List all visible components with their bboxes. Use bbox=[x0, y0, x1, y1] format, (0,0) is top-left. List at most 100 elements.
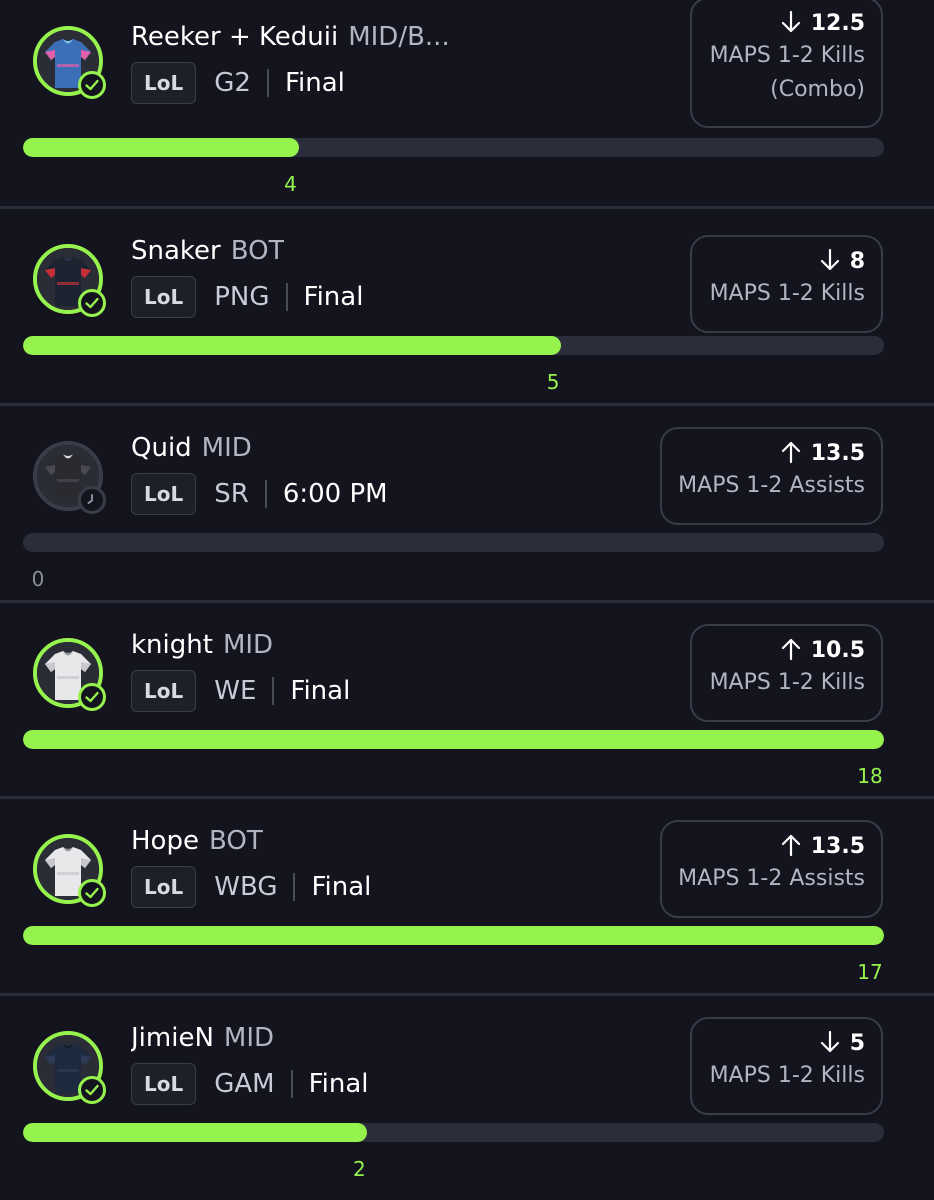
player-name-row: JimieN MID bbox=[131, 1022, 274, 1054]
card-separator bbox=[0, 206, 934, 209]
divider bbox=[285, 283, 288, 311]
clock-icon bbox=[78, 486, 106, 514]
team-name: WE bbox=[214, 676, 257, 706]
team-name: G2 bbox=[214, 68, 251, 98]
projection-line: 13.5 bbox=[678, 832, 865, 862]
projection-line: 5 bbox=[708, 1029, 865, 1059]
match-status: Final bbox=[290, 676, 351, 706]
player-name-row: Snaker BOT bbox=[131, 235, 284, 267]
progress-track bbox=[23, 730, 884, 749]
projection-line: 8 bbox=[708, 247, 865, 277]
team-name: SR bbox=[214, 479, 249, 509]
match-status: 6:00 PM bbox=[282, 479, 388, 509]
player-position: MID bbox=[222, 630, 274, 660]
match-status: Final bbox=[308, 1069, 369, 1099]
progress-fill bbox=[23, 926, 884, 945]
match-info: LoL PNG Final bbox=[131, 276, 363, 318]
projection-box[interactable]: 12.5 MAPS 1-2 Kills (Combo) bbox=[690, 0, 883, 128]
league-badge: LoL bbox=[131, 1063, 197, 1105]
check-icon bbox=[78, 683, 106, 711]
player-position: MID/B... bbox=[348, 22, 450, 52]
actual-value: 5 bbox=[546, 370, 560, 394]
player-name: Hope bbox=[131, 826, 199, 856]
match-status: Final bbox=[303, 282, 364, 312]
player-position: BOT bbox=[230, 236, 285, 266]
progress-fill bbox=[23, 730, 884, 749]
pick-card[interactable]: JimieN MID LoL GAM Final 5 MAPS 1-2 Kills 2 bbox=[0, 997, 934, 1194]
pick-list: Reeker + Keduii MID/B... LoL G2 Final 12.5 MAP… bbox=[0, 0, 934, 1200]
line-value: 12.5 bbox=[810, 11, 865, 36]
stat-type: MAPS 1-2 Kills bbox=[709, 281, 865, 306]
team-name: WBG bbox=[214, 872, 278, 902]
stat-type: MAPS 1-2 Kills (Combo) bbox=[709, 43, 865, 102]
player-name-row: Reeker + Keduii MID/B... bbox=[131, 21, 450, 53]
team-name: PNG bbox=[214, 282, 270, 312]
pick-card[interactable]: knight MID LoL WE Final 10.5 MAPS 1-2 Kills 18 bbox=[0, 604, 934, 801]
progress-fill bbox=[23, 138, 299, 157]
arrow-up-icon bbox=[781, 638, 811, 663]
line-value: 13.5 bbox=[810, 441, 865, 466]
divider bbox=[272, 677, 275, 705]
league-badge: LoL bbox=[131, 473, 197, 515]
stat-type: MAPS 1-2 Assists bbox=[678, 866, 865, 891]
progress-track bbox=[23, 533, 884, 552]
projection-box[interactable]: 8 MAPS 1-2 Kills bbox=[690, 235, 883, 333]
progress-track bbox=[23, 336, 884, 355]
player-position: BOT bbox=[208, 826, 263, 856]
player-name-row: Quid MID bbox=[131, 432, 252, 464]
projection-box[interactable]: 13.5 MAPS 1-2 Assists bbox=[660, 427, 883, 525]
league-badge: LoL bbox=[131, 276, 197, 318]
card-separator bbox=[0, 796, 934, 799]
divider bbox=[293, 873, 296, 901]
player-name-row: Hope BOT bbox=[131, 825, 263, 857]
actual-value: 18 bbox=[857, 764, 883, 788]
pick-card[interactable]: Hope BOT LoL WBG Final 13.5 MAPS 1-2 Assists 17 bbox=[0, 800, 934, 997]
player-name: knight bbox=[131, 630, 213, 660]
check-icon bbox=[78, 1076, 106, 1104]
progress-fill bbox=[23, 336, 561, 355]
actual-value: 17 bbox=[857, 960, 883, 984]
stat-type: MAPS 1-2 Assists bbox=[678, 473, 865, 498]
match-info: LoL G2 Final bbox=[131, 62, 345, 104]
actual-value: 4 bbox=[284, 172, 297, 196]
projection-box[interactable]: 10.5 MAPS 1-2 Kills bbox=[690, 624, 883, 722]
actual-value: 0 bbox=[31, 567, 45, 591]
line-value: 8 bbox=[849, 249, 865, 274]
projection-line: 12.5 bbox=[708, 9, 865, 39]
player-name: Quid bbox=[131, 433, 192, 463]
arrow-down-icon bbox=[781, 10, 811, 36]
stat-type: MAPS 1-2 Kills bbox=[709, 1063, 865, 1088]
progress-track bbox=[23, 1123, 884, 1142]
pick-card[interactable]: Quid MID LoL SR 6:00 PM 13.5 MAPS 1-2 Assists 0 bbox=[0, 407, 934, 604]
progress-track bbox=[23, 926, 884, 945]
check-icon bbox=[78, 879, 106, 907]
match-status: Final bbox=[284, 68, 345, 98]
arrow-up-icon bbox=[781, 441, 811, 466]
match-status: Final bbox=[311, 872, 372, 902]
stat-type: MAPS 1-2 Kills bbox=[709, 670, 865, 695]
card-separator bbox=[0, 403, 934, 406]
match-info: LoL WBG Final bbox=[131, 866, 371, 908]
league-badge: LoL bbox=[131, 670, 197, 712]
player-name-row: knight MID bbox=[131, 629, 273, 661]
match-info: LoL WE Final bbox=[131, 670, 350, 712]
pick-card[interactable]: Snaker BOT LoL PNG Final 8 MAPS 1-2 Kills 5 bbox=[0, 210, 934, 407]
player-name: JimieN bbox=[131, 1023, 214, 1053]
match-info: LoL SR 6:00 PM bbox=[131, 473, 388, 515]
projection-box[interactable]: 5 MAPS 1-2 Kills bbox=[690, 1017, 883, 1115]
check-icon bbox=[78, 289, 106, 317]
projection-box[interactable]: 13.5 MAPS 1-2 Assists bbox=[660, 820, 883, 918]
arrow-up-icon bbox=[781, 834, 811, 859]
projection-line: 13.5 bbox=[678, 439, 865, 469]
divider bbox=[266, 69, 269, 97]
card-separator bbox=[0, 600, 934, 603]
pick-card[interactable]: Reeker + Keduii MID/B... LoL G2 Final 12.5 MAP… bbox=[0, 0, 934, 197]
line-value: 13.5 bbox=[810, 834, 865, 859]
player-name: Snaker bbox=[131, 236, 221, 266]
match-info: LoL GAM Final bbox=[131, 1063, 369, 1105]
player-position: MID bbox=[201, 433, 252, 463]
card-separator bbox=[0, 993, 934, 996]
actual-value: 2 bbox=[353, 1157, 366, 1181]
league-badge: LoL bbox=[131, 866, 197, 908]
player-position: MID bbox=[223, 1023, 275, 1053]
